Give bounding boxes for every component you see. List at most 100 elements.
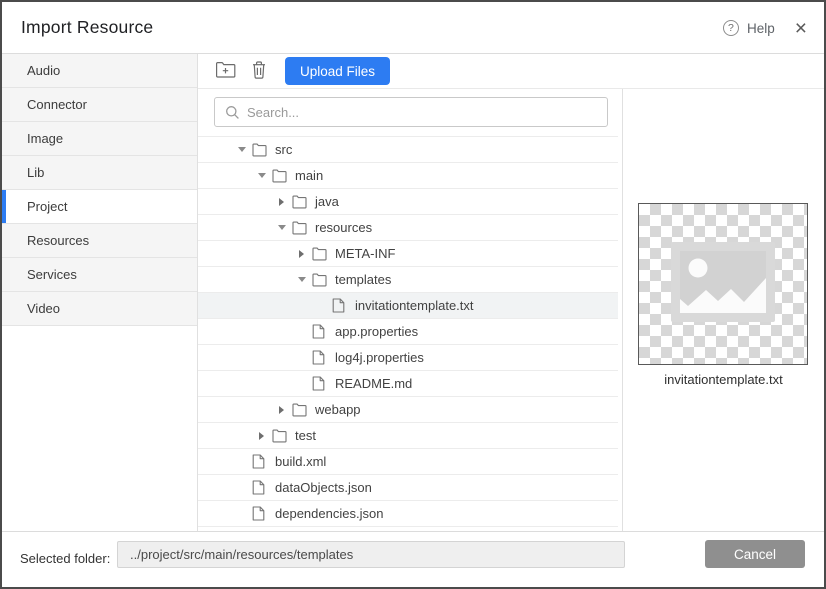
sidebar-item-label: Connector [27, 97, 87, 112]
sidebar-item-project[interactable]: Project [2, 190, 197, 224]
help-label: Help [747, 21, 775, 36]
chevron-down-icon[interactable] [291, 267, 312, 292]
tree-item-test[interactable]: test [198, 423, 618, 449]
file-icon [312, 376, 328, 392]
search-box [214, 97, 608, 127]
selected-folder-label: Selected folder: [20, 551, 110, 566]
header-actions: ? Help × [723, 2, 807, 54]
tree-item-label: dataObjects.json [275, 480, 372, 495]
sidebar-item-lib[interactable]: Lib [2, 156, 197, 190]
sidebar-item-label: Video [27, 301, 60, 316]
triangle-glyph [298, 277, 306, 282]
tree-item-label: README.md [335, 376, 412, 391]
sidebar-item-resources[interactable]: Resources [2, 224, 197, 258]
chevron-down-icon[interactable] [251, 163, 272, 188]
delete-button[interactable] [251, 60, 267, 83]
tree-item-label: resources [315, 220, 372, 235]
toolbar: Upload Files [198, 54, 824, 89]
tree-item-label: dependencies.json [275, 506, 383, 521]
folder-icon [292, 402, 308, 418]
tree-item-invitationtemplate-txt[interactable]: invitationtemplate.txt [198, 293, 618, 319]
folder-icon [272, 168, 288, 184]
file-tree-panel: src main java resources META-INF templates inv… [198, 89, 623, 531]
tree-item-java[interactable]: java [198, 189, 618, 215]
sidebar-item-connector[interactable]: Connector [2, 88, 197, 122]
triangle-glyph [258, 173, 266, 178]
file-icon [252, 454, 268, 470]
file-icon [312, 324, 328, 340]
folder-icon [252, 142, 268, 158]
sidebar-item-video[interactable]: Video [2, 292, 197, 326]
dialog-footer: Selected folder: Cancel [2, 531, 824, 587]
chevron-right-icon[interactable] [251, 423, 272, 448]
cancel-button[interactable]: Cancel [705, 540, 805, 568]
tree-item-dataobjects-json[interactable]: dataObjects.json [198, 475, 618, 501]
tree-item-build-xml[interactable]: build.xml [198, 449, 618, 475]
tree-item-label: templates [335, 272, 391, 287]
upload-files-button[interactable]: Upload Files [285, 57, 390, 85]
folder-icon [292, 220, 308, 236]
folder-icon [312, 272, 328, 288]
tree-item-meta-inf[interactable]: META-INF [198, 241, 618, 267]
triangle-glyph [279, 406, 284, 414]
tree-item-label: src [275, 142, 292, 157]
indent-spacer [231, 449, 252, 474]
chevron-right-icon[interactable] [271, 189, 292, 214]
sidebar: Audio Connector Image LibProject Resources Se… [2, 54, 198, 531]
sidebar-item-services[interactable]: Services [2, 258, 197, 292]
tree-item-readme-md[interactable]: README.md [198, 371, 618, 397]
tree-item-main[interactable]: main [198, 163, 618, 189]
close-icon[interactable]: × [795, 18, 807, 39]
tree-item-label: app.properties [335, 324, 418, 339]
triangle-glyph [279, 198, 284, 206]
preview-thumbnail [638, 203, 808, 365]
indent-spacer [291, 345, 312, 370]
search-input[interactable] [240, 105, 607, 120]
triangle-glyph [299, 250, 304, 258]
tree-item-log4j-properties[interactable]: log4j.properties [198, 345, 618, 371]
indent-spacer [231, 475, 252, 500]
tree-item-label: invitationtemplate.txt [355, 298, 474, 313]
dialog-header: Import Resource ? Help × [2, 2, 824, 54]
preview-panel: invitationtemplate.txt [623, 89, 824, 531]
preview-filename: invitationtemplate.txt [623, 372, 824, 387]
file-icon [252, 480, 268, 496]
tree-item-label: META-INF [335, 246, 395, 261]
chevron-down-icon[interactable] [231, 137, 252, 162]
help-button[interactable]: ? Help [723, 20, 775, 36]
file-icon [252, 506, 268, 522]
tree-item-label: log4j.properties [335, 350, 424, 365]
file-tree: src main java resources META-INF templates inv… [198, 129, 618, 531]
triangle-glyph [238, 147, 246, 152]
chevron-right-icon[interactable] [291, 241, 312, 266]
selected-indicator [2, 190, 6, 223]
tree-item-app-properties[interactable]: app.properties [198, 319, 618, 345]
tree-item-resources[interactable]: resources [198, 215, 618, 241]
file-icon [312, 350, 328, 366]
sidebar-item-label: Image [27, 131, 63, 146]
image-placeholder-icon [671, 242, 775, 327]
triangle-glyph [278, 225, 286, 230]
sidebar-item-image[interactable]: Image [2, 122, 197, 156]
tree-item-webapp[interactable]: webapp [198, 397, 618, 423]
trash-icon [251, 60, 267, 83]
tree-item-dependencies-json[interactable]: dependencies.json [198, 501, 618, 527]
sidebar-item-label: Resources [27, 233, 89, 248]
search-icon [225, 105, 240, 120]
tree-item-templates[interactable]: templates [198, 267, 618, 293]
tree-item-label: webapp [315, 402, 361, 417]
tree-item-src[interactable]: src [198, 137, 618, 163]
chevron-right-icon[interactable] [271, 397, 292, 422]
tree-item-label: test [295, 428, 316, 443]
chevron-down-icon[interactable] [271, 215, 292, 240]
indent-spacer [231, 501, 252, 526]
new-folder-button[interactable] [215, 61, 236, 82]
sidebar-item-label: Audio [27, 63, 60, 78]
selected-folder-input[interactable] [117, 541, 625, 568]
sidebar-item-audio[interactable]: Audio [2, 54, 197, 88]
import-resource-dialog: Import Resource ? Help × Audio Connector I… [0, 0, 826, 589]
page-title: Import Resource [21, 17, 153, 38]
tree-item-label: java [315, 194, 339, 209]
folder-icon [312, 246, 328, 262]
triangle-glyph [259, 432, 264, 440]
